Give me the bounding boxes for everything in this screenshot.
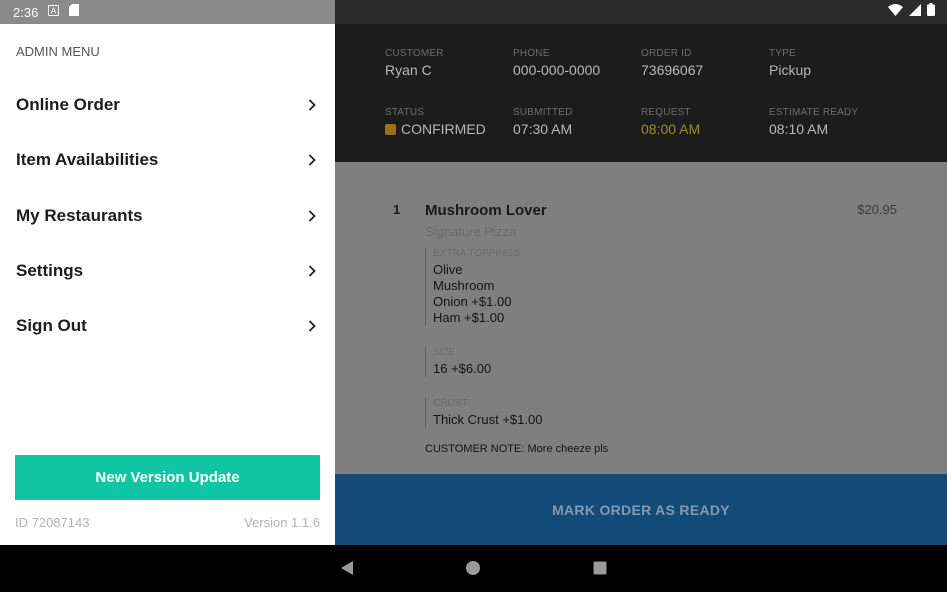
chevron-right-icon (305, 209, 319, 223)
estimate-label: ESTIMATE READY (769, 107, 859, 118)
type-value: Pickup (769, 62, 812, 78)
submitted-field: SUBMITTED 07:30 AM (513, 107, 573, 137)
item-price: $20.95 (857, 202, 897, 217)
modifier-value: Onion +$1.00 (433, 294, 512, 309)
menu-item-my-restaurants[interactable]: My Restaurants (0, 190, 335, 242)
order-id-label: ORDER ID (641, 48, 692, 59)
menu-item-online-order[interactable]: Online Order (0, 79, 335, 131)
wifi-icon (888, 3, 903, 21)
type-field: TYPE Pickup (769, 48, 811, 78)
status-bar: 2:36 A (0, 0, 947, 24)
drawer-title: ADMIN MENU (16, 44, 100, 59)
request-value: 08:00 AM (641, 121, 701, 137)
item-quantity: 1 (393, 202, 401, 217)
order-id-field: ORDER ID 73696067 (641, 48, 703, 78)
system-nav-bar (0, 545, 947, 592)
modifier-value: 16 +$6.00 (433, 361, 492, 376)
signal-icon (909, 3, 921, 21)
menu-item-label: Item Availabilities (16, 150, 159, 169)
estimate-value: 08:10 AM (769, 121, 829, 137)
modifier-value: Mushroom (433, 278, 495, 293)
svg-text:A: A (51, 7, 57, 16)
menu-item-label: Settings (16, 261, 84, 280)
home-icon[interactable] (462, 557, 484, 579)
customer-label: CUSTOMER (385, 48, 444, 59)
menu-item-label: Online Order (16, 95, 120, 114)
modifier-label: CRUST (433, 398, 468, 409)
item-name: Mushroom Lover (425, 202, 547, 219)
order-id-value: 73696067 (641, 62, 704, 78)
customer-value: Ryan C (385, 62, 432, 78)
app-version: Version 1.1.6 (244, 515, 320, 530)
order-header: CUSTOMER Ryan C PHONE 000-000-0000 ORDER… (335, 24, 947, 162)
status-field: STATUS CONFIRMED (385, 107, 486, 137)
admin-drawer: ADMIN MENU Online Order Item Availabilit… (0, 24, 335, 545)
order-items: 1 Mushroom Lover Signature Pizza $20.95 … (335, 162, 947, 474)
status-text: CONFIRMED (401, 121, 486, 137)
phone-field: PHONE 000-000-0000 (513, 48, 600, 78)
modifier-group-extra-toppings: EXTRA TOPPINGS Olive Mushroom Onion +$1.… (425, 248, 520, 326)
modifier-group-crust: CRUST Thick Crust +$1.00 (425, 398, 542, 428)
app-screen: 2:36 A CUSTOMER Ryan C PHONE 000-000-000… (0, 0, 947, 592)
new-version-update-button[interactable]: New Version Update (15, 455, 320, 500)
sd-card-icon (69, 3, 80, 21)
phone-label: PHONE (513, 48, 550, 59)
item-category: Signature Pizza (425, 224, 517, 239)
back-icon[interactable] (336, 557, 358, 579)
device-id: ID 72087143 (15, 515, 90, 530)
estimate-field: ESTIMATE READY 08:10 AM (769, 107, 858, 137)
chevron-right-icon (305, 264, 319, 278)
modifier-value: Olive (433, 262, 463, 277)
chevron-right-icon (305, 98, 319, 112)
order-detail-panel: CUSTOMER Ryan C PHONE 000-000-0000 ORDER… (335, 24, 947, 545)
modifier-label: EXTRA TOPPINGS (433, 248, 520, 259)
modifier-group-size: SIZE 16 +$6.00 (425, 347, 491, 377)
recents-icon[interactable] (589, 557, 611, 579)
status-value: CONFIRMED (385, 121, 486, 137)
submitted-label: SUBMITTED (513, 107, 573, 118)
status-bar-right (888, 0, 935, 24)
customer-note: CUSTOMER NOTE: More cheeze pls (425, 443, 609, 455)
submitted-value: 07:30 AM (513, 121, 573, 137)
status-bar-left: 2:36 A (0, 0, 335, 24)
status-badge (385, 124, 396, 135)
modifier-label: SIZE (433, 347, 456, 358)
status-label: STATUS (385, 107, 425, 118)
modifier-value: Ham +$1.00 (433, 310, 505, 325)
request-label: REQUEST (641, 107, 691, 118)
mark-order-ready-button[interactable]: MARK ORDER AS READY (335, 474, 947, 545)
menu-item-label: My Restaurants (16, 206, 143, 225)
customer-field: CUSTOMER Ryan C (385, 48, 444, 78)
a-notification-icon: A (48, 3, 60, 21)
modifier-value: Thick Crust +$1.00 (433, 412, 543, 427)
request-field: REQUEST 08:00 AM (641, 107, 700, 137)
chevron-right-icon (305, 319, 319, 333)
clock: 2:36 (13, 4, 39, 20)
menu-item-label: Sign Out (16, 316, 87, 335)
menu-item-settings[interactable]: Settings (0, 245, 335, 297)
menu-item-item-availabilities[interactable]: Item Availabilities (0, 134, 335, 186)
chevron-right-icon (305, 153, 319, 167)
type-label: TYPE (769, 48, 796, 59)
drawer-footer: ID 72087143 Version 1.1.6 (15, 515, 320, 530)
battery-icon (927, 3, 935, 21)
phone-value: 000-000-0000 (513, 62, 601, 78)
menu-item-sign-out[interactable]: Sign Out (0, 300, 335, 352)
